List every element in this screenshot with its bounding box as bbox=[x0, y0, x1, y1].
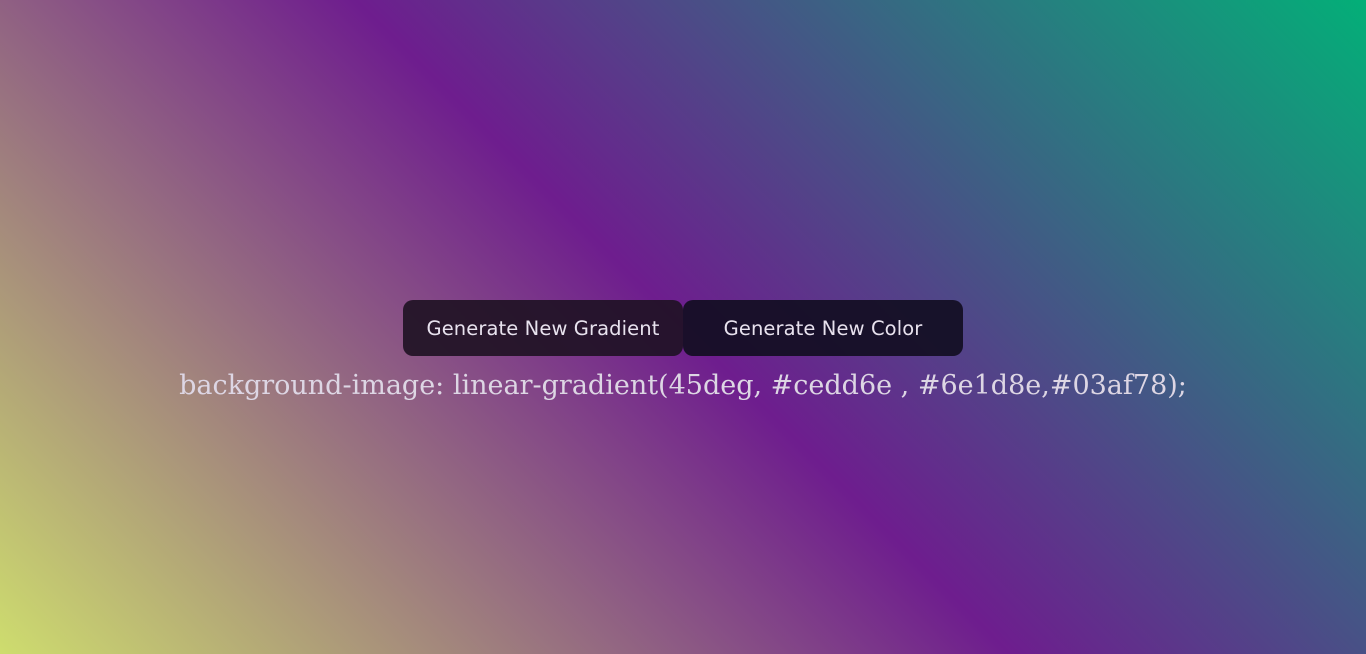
gradient-generator-app: Generate New Gradient Generate New Color… bbox=[0, 0, 1366, 654]
generate-color-button[interactable]: Generate New Color bbox=[683, 300, 963, 356]
css-code-output: background-image: linear-gradient(45deg,… bbox=[179, 370, 1187, 401]
button-row: Generate New Gradient Generate New Color bbox=[403, 300, 963, 356]
generate-gradient-button[interactable]: Generate New Gradient bbox=[403, 300, 683, 356]
